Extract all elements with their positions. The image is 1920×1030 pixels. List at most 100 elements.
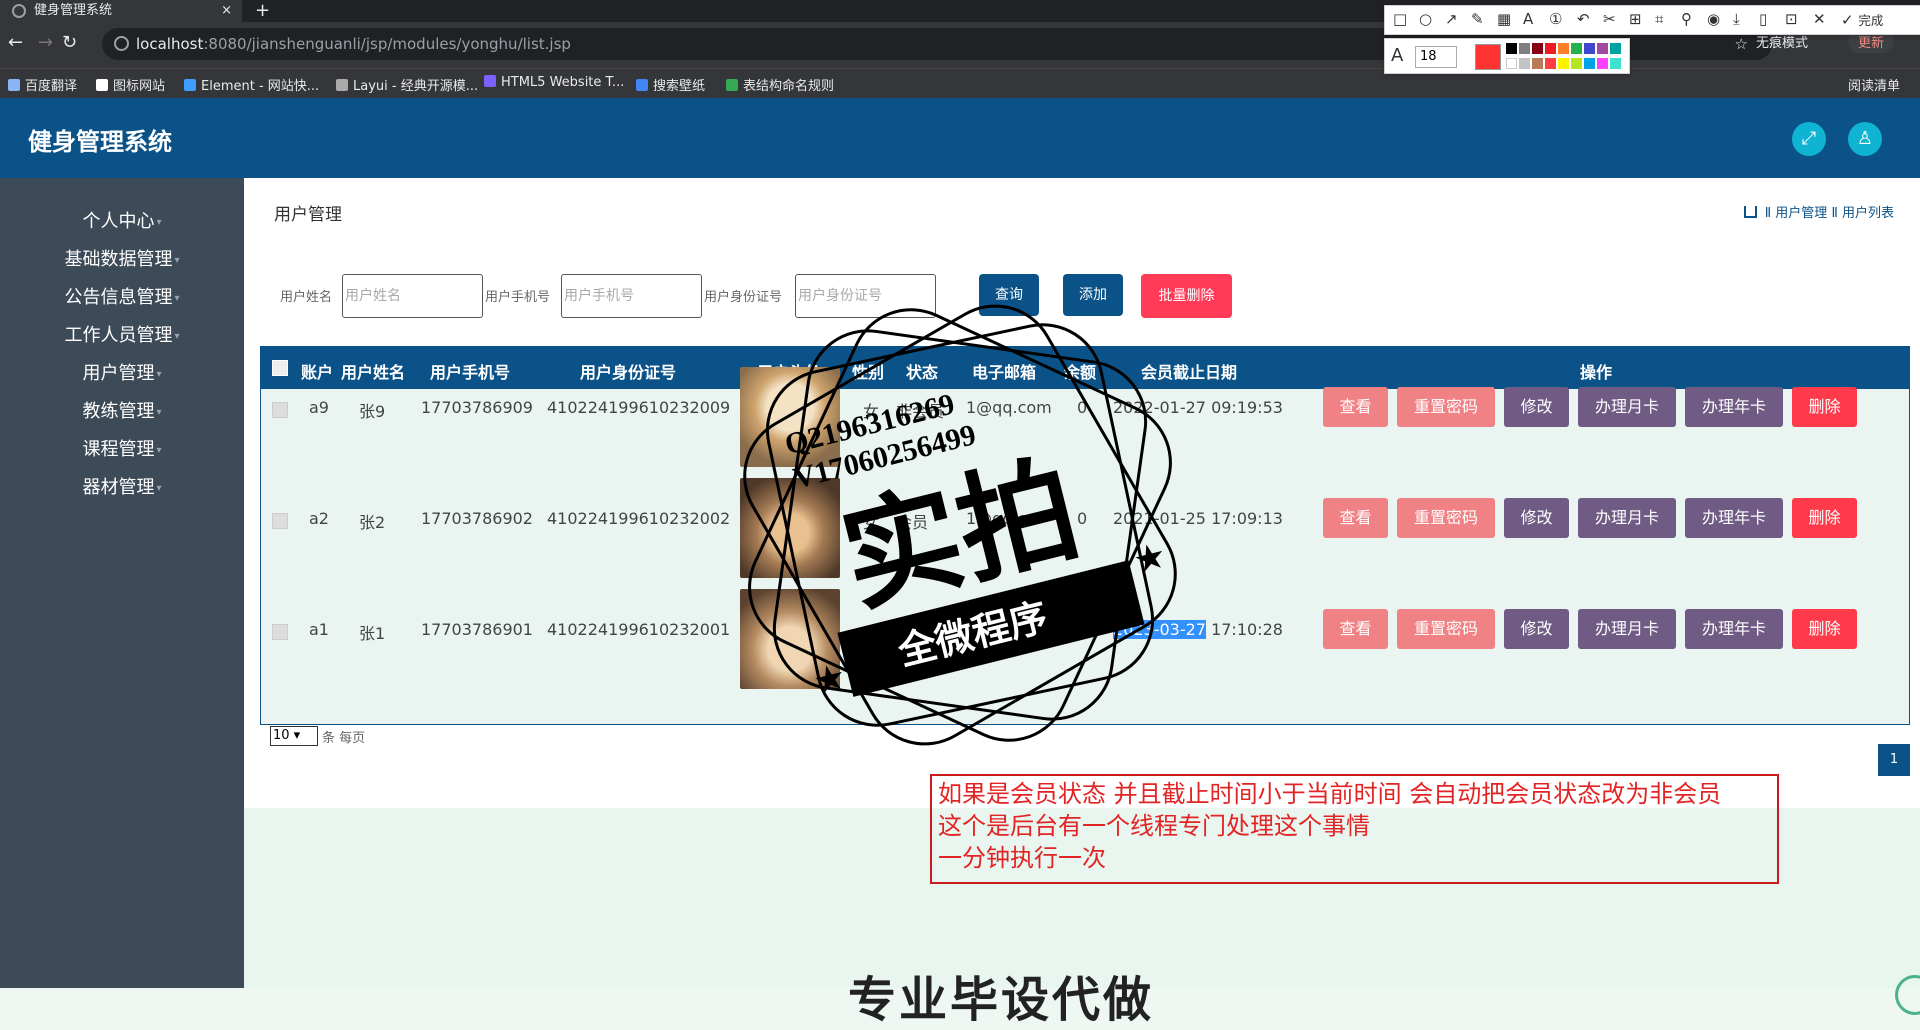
app-header: 健身管理系统 ⤢ ♙ [0,98,1920,178]
user-avatar-icon[interactable]: ♙ [1848,122,1882,156]
bookmark-item[interactable]: HTML5 Website T... [484,75,624,90]
batch-delete-button[interactable]: 批量删除 [1141,274,1232,318]
delete-button[interactable]: 删除 [1792,609,1857,649]
bottom-promo-heading: 专业毕设代做 [848,972,1155,1028]
bookmark-item[interactable]: Element - 网站快... [184,75,319,94]
cell-name: 张9 [359,402,386,421]
pin-icon[interactable]: ⚲ [1681,10,1692,28]
reading-list-button[interactable]: 阅读清单 [1848,75,1900,94]
back-icon[interactable]: ← [8,32,23,53]
cell-gender: 男 [863,624,880,643]
cell-expire: 2023-03-27 17:10:28 [1113,620,1283,639]
view-button[interactable]: 查看 [1323,609,1388,649]
download-icon[interactable]: ⤓ [1733,10,1740,28]
sidebar-item-coaches[interactable]: 教练管理 ▾ [0,393,244,431]
monthly-card-button[interactable]: 办理月卡 [1578,387,1676,427]
bookmarks-bar: 百度翻译 图标网站 Element - 网站快... Layui - 经典开源模… [0,68,1920,98]
sidebar-item-staff[interactable]: 工作人员管理 ▾ [0,317,244,355]
font-size-select[interactable]: 18 [1415,46,1457,68]
bookmark-item[interactable]: 表结构命名规则 [726,75,834,94]
color-palette[interactable] [1506,43,1626,71]
sidebar-item-users[interactable]: 用户管理 ▾ [0,355,244,393]
monthly-card-button[interactable]: 办理月卡 [1578,609,1676,649]
note-line: 这个是后台有一个线程专门处理这个事情 [938,812,1370,840]
table-header: 账户 用户姓名 用户手机号 用户身份证号 用户头像 性别 状态 电子邮箱 余额 … [261,347,1909,389]
text-tool-icon[interactable]: A [1523,10,1533,28]
page-size-select[interactable]: 10 ▾ [270,726,318,746]
bookmark-item[interactable]: 搜索壁纸 [636,75,705,94]
name-search-input[interactable]: 用户姓名 [342,274,483,318]
delete-button[interactable]: 删除 [1792,387,1857,427]
yearly-card-button[interactable]: 办理年卡 [1685,609,1783,649]
browser-tab[interactable]: 健身管理系统 × [0,0,242,22]
sidebar-item-equipment[interactable]: 器材管理 ▾ [0,469,244,507]
bookmark-item[interactable]: Layui - 经典开源模... [336,75,478,94]
close-annotation-icon[interactable]: ✕ [1813,10,1826,28]
phone-icon[interactable]: ▯ [1759,10,1767,28]
edit-button[interactable]: 修改 [1504,609,1569,649]
done-button[interactable]: ✓ 完成 [1841,10,1883,29]
close-tab-icon[interactable]: × [221,0,232,22]
query-button[interactable]: 查询 [979,274,1039,316]
sidebar-item-notices[interactable]: 公告信息管理 ▾ [0,279,244,317]
new-tab-icon[interactable]: + [255,0,270,22]
ellipse-tool-icon[interactable]: ○ [1419,10,1432,28]
fullscreen-icon[interactable]: ⤢ [1792,122,1826,156]
url-path: :8080/jianshenguanli/jsp/modules/yonghu/… [203,35,571,53]
note-line: 如果是会员状态 并且截止时间小于当前时间 会自动把会员状态改为非会员 [938,780,1722,808]
home-icon[interactable] [1743,206,1757,218]
cut-icon[interactable]: ✂ [1603,10,1616,28]
edit-button[interactable]: 修改 [1504,387,1569,427]
delete-button[interactable]: 删除 [1792,498,1857,538]
row-checkbox[interactable] [272,624,288,640]
current-color-swatch[interactable] [1475,44,1501,70]
reset-password-button[interactable]: 重置密码 [1397,387,1495,427]
row-checkbox[interactable] [272,402,288,418]
arrow-tool-icon[interactable]: ↗ [1445,10,1458,28]
caret-icon: ▾ [156,217,162,228]
rectangle-tool-icon[interactable]: □ [1393,10,1407,28]
reset-password-button[interactable]: 重置密码 [1397,609,1495,649]
translate-icon[interactable]: ⊞ [1629,10,1642,28]
breadcrumb-item[interactable]: 用户管理 [1775,206,1827,221]
cell-email: 1@qq.com [966,620,1052,639]
reset-password-button[interactable]: 重置密码 [1397,498,1495,538]
add-button[interactable]: 添加 [1063,274,1123,316]
caret-icon: ▾ [174,331,180,342]
yearly-card-button[interactable]: 办理年卡 [1685,387,1783,427]
bookmark-item[interactable]: 图标网站 [96,75,165,94]
phone-search-input[interactable]: 用户手机号 [561,274,702,318]
page-size-value: 10 [273,728,290,743]
yearly-card-button[interactable]: 办理年卡 [1685,498,1783,538]
caret-icon: ▾ [156,445,162,456]
page-number-button[interactable]: 1 [1878,744,1910,776]
cell-status: 非会员 [896,402,945,421]
cell-idcard: 410224199610232001 [547,620,731,639]
edit-button[interactable]: 修改 [1504,498,1569,538]
sidebar-item-basic-data[interactable]: 基础数据管理 ▾ [0,241,244,279]
col-email: 电子邮箱 [972,363,1037,382]
cell-phone: 17703786901 [421,620,533,639]
forward-icon[interactable]: → [38,32,53,53]
save-bookmark-icon[interactable]: ⊡ [1785,10,1798,28]
mosaic-tool-icon[interactable]: ▦ [1497,10,1511,28]
idcard-search-input[interactable]: 用户身份证号 [795,274,936,318]
bookmark-item[interactable]: 百度翻译 [8,75,77,94]
undo-icon[interactable]: ↶ [1577,10,1590,28]
sidebar-item-label: 课程管理 [82,439,155,460]
sidebar-item-courses[interactable]: 课程管理 ▾ [0,431,244,469]
site-info-icon[interactable] [114,36,129,51]
record-icon[interactable]: ◉ [1707,10,1720,28]
selected-text: 2023-03-27 [1113,620,1206,639]
number-tool-icon[interactable]: ① [1549,10,1562,28]
monthly-card-button[interactable]: 办理月卡 [1578,498,1676,538]
select-all-checkbox[interactable] [272,360,288,376]
pen-tool-icon[interactable]: ✎ [1471,10,1484,28]
view-button[interactable]: 查看 [1323,387,1388,427]
reload-icon[interactable]: ↻ [62,32,77,53]
cell-status: 会员 [896,513,929,532]
row-checkbox[interactable] [272,513,288,529]
scan-icon[interactable]: ⌗ [1655,10,1663,28]
sidebar-item-profile[interactable]: 个人中心 ▾ [0,203,244,241]
view-button[interactable]: 查看 [1323,498,1388,538]
